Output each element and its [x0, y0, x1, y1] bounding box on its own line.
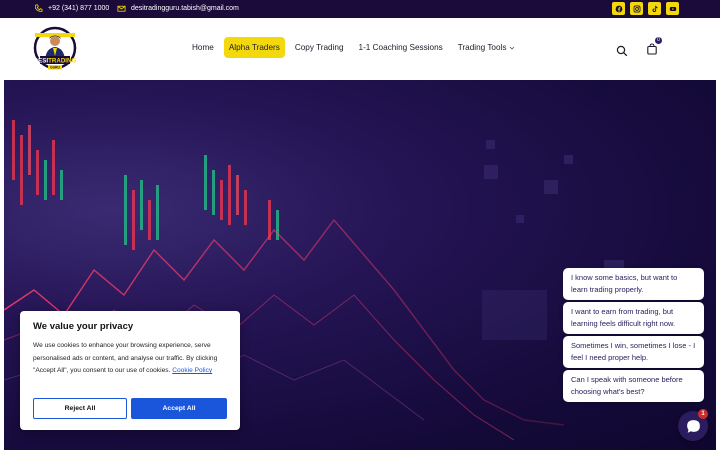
chat-suggestion[interactable]: I know some basics, but want to learn tr…: [563, 268, 704, 300]
top-bar: +92 (341) 877 1000 desitradingguru.tabis…: [0, 0, 720, 18]
cookie-body: We use cookies to enhance your browsing …: [33, 340, 227, 378]
search-icon[interactable]: [616, 45, 628, 57]
logo-sub: GURU: [50, 66, 60, 70]
phone-contact[interactable]: +92 (341) 877 1000: [34, 4, 109, 13]
cookie-buttons: Reject All Accept All: [33, 398, 227, 419]
envelope-icon: [117, 5, 126, 12]
nav-home[interactable]: Home: [187, 37, 219, 58]
nav-trading-tools-label: Trading Tools: [457, 43, 507, 52]
nav-copy-trading[interactable]: Copy Trading: [290, 37, 349, 58]
cookie-policy-link[interactable]: Cookie Policy: [172, 367, 212, 374]
main-nav: Home Alpha Traders Copy Trading 1-1 Coac…: [187, 37, 525, 58]
cart-count-badge: 0: [655, 37, 662, 44]
instagram-icon[interactable]: [630, 2, 643, 15]
email-text: desitradingguru.tabish@gmail.com: [131, 5, 239, 12]
logo-wordmark: DESITRADING: [34, 57, 77, 64]
site-header: DESITRADING GURU Home Alpha Traders Copy…: [0, 18, 720, 80]
reject-all-button[interactable]: Reject All: [33, 398, 127, 419]
nav-trading-tools[interactable]: Trading Tools: [453, 37, 521, 58]
chat-suggestion[interactable]: I want to earn from trading, but learnin…: [563, 302, 704, 334]
chevron-down-icon: [510, 46, 515, 50]
chat-suggestion[interactable]: Sometimes I win, sometimes I lose - I fe…: [563, 336, 704, 368]
site-logo[interactable]: DESITRADING GURU: [32, 26, 78, 74]
chat-suggestion[interactable]: Can I speak with someone before choosing…: [563, 370, 704, 402]
accept-all-button[interactable]: Accept All: [131, 398, 227, 419]
nav-alpha-traders[interactable]: Alpha Traders: [223, 37, 285, 58]
tiktok-icon[interactable]: [648, 2, 661, 15]
youtube-icon[interactable]: [666, 2, 679, 15]
nav-coaching[interactable]: 1-1 Coaching Sessions: [354, 37, 448, 58]
phone-icon: [34, 4, 43, 12]
facebook-icon[interactable]: [612, 2, 625, 15]
chat-unread-badge: 1: [698, 409, 708, 419]
shopping-bag-icon: [647, 43, 657, 55]
cookie-consent-dialog: We value your privacy We use cookies to …: [20, 311, 240, 430]
phone-text: +92 (341) 877 1000: [48, 5, 110, 12]
chat-bubble-icon: [686, 419, 700, 433]
cart-button[interactable]: 0: [646, 37, 662, 60]
social-links: [612, 2, 679, 15]
header-actions: 0: [616, 37, 662, 60]
cookie-title: We value your privacy: [33, 321, 134, 332]
email-contact[interactable]: desitradingguru.tabish@gmail.com: [117, 4, 239, 13]
